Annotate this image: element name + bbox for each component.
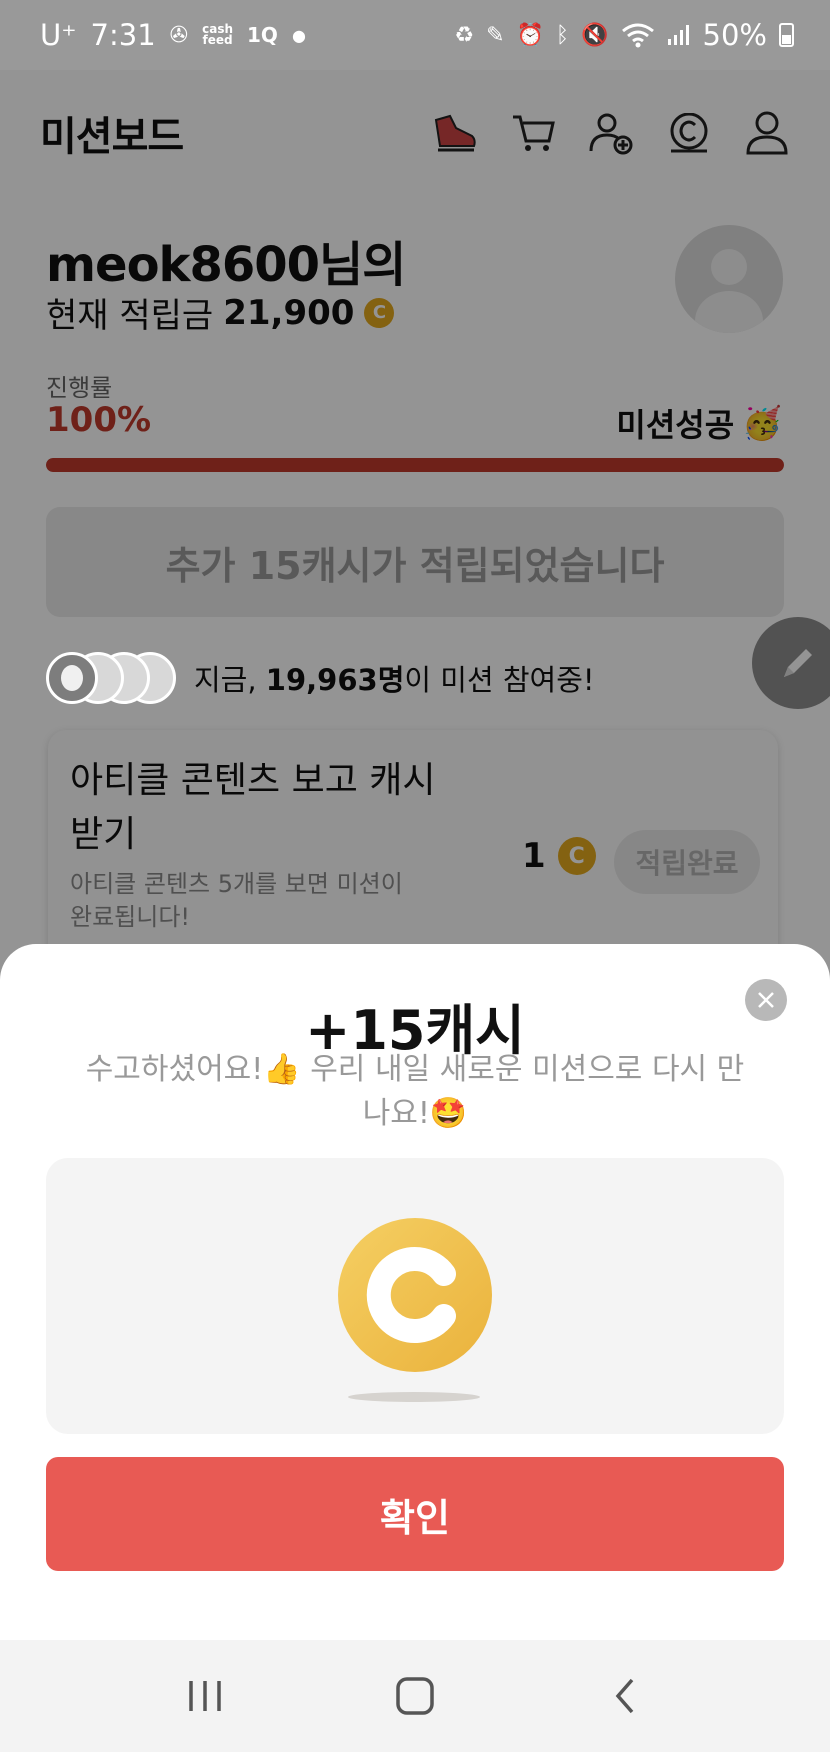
coin-shadow <box>348 1392 480 1402</box>
pinwheel-icon: ✇ <box>169 22 189 48</box>
close-icon <box>758 992 774 1008</box>
clock: 7:31 <box>90 18 156 52</box>
confirm-button[interactable]: 확인 <box>46 1457 784 1571</box>
tq-icon: 1Q <box>247 23 278 47</box>
wifi-icon <box>621 20 655 50</box>
coin-icon <box>338 1218 492 1372</box>
home-icon <box>396 1677 434 1715</box>
reward-sheet: +15캐시 수고하셨어요!👍 우리 내일 새로운 미션으로 다시 만나요!🤩 확… <box>0 944 830 1640</box>
battery-percent: 50% <box>702 18 767 52</box>
mute-icon: 🔇 <box>581 22 609 48</box>
alarm-icon: ⏰ <box>516 22 544 48</box>
signal-icon <box>667 20 691 50</box>
close-button[interactable] <box>745 979 787 1021</box>
carrier-label: U⁺ <box>40 18 77 52</box>
home-button[interactable] <box>385 1666 445 1726</box>
system-nav-bar <box>0 1640 830 1752</box>
cashfeed-icon: cash feed <box>202 22 234 47</box>
back-icon <box>615 1678 634 1714</box>
recents-button[interactable] <box>175 1666 235 1726</box>
status-bar: U⁺ 7:31 ✇ cash feed 1Q ● ♻ ✎ ⏰ ᛒ 🔇 50% <box>0 0 830 70</box>
recents-icon <box>189 1681 221 1711</box>
back-button[interactable] <box>595 1666 655 1726</box>
reward-message: 수고하셨어요!👍 우리 내일 새로운 미션으로 다시 만나요!🤩 <box>85 1052 745 1131</box>
dot-icon: ● <box>291 25 306 45</box>
participant-avatar <box>46 652 98 704</box>
coin-panel <box>46 1158 784 1434</box>
battery-icon <box>779 23 794 47</box>
recycle-battery-icon: ♻ <box>454 22 475 48</box>
pen-icon: ✎ <box>486 22 505 48</box>
bluetooth-icon: ᛒ <box>555 22 570 48</box>
